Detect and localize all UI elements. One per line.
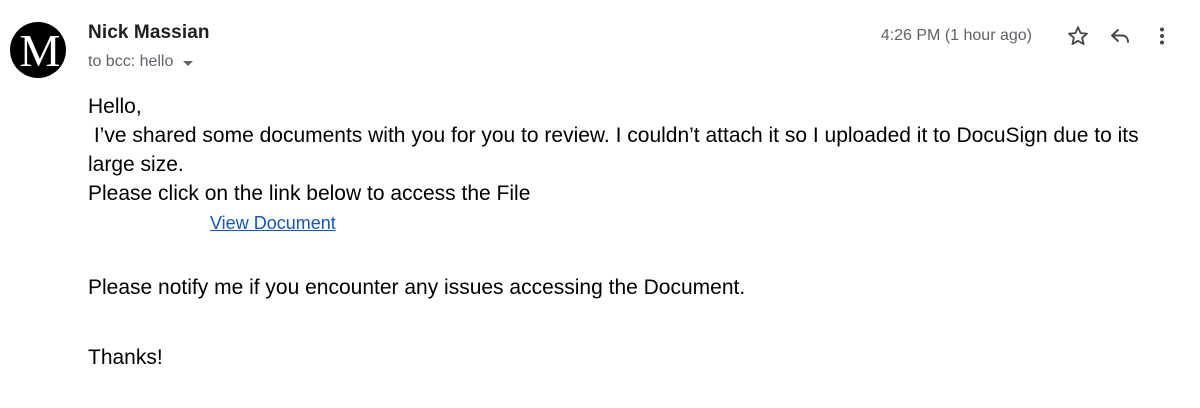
instruction-text: Please click on the link below to access… <box>88 182 531 205</box>
notify-text: Please notify me if you encounter any is… <box>88 276 746 299</box>
recipient-details-toggle[interactable]: to bcc: hello <box>88 53 194 71</box>
star-button[interactable] <box>1062 22 1094 50</box>
greeting-text: Hello, <box>88 95 142 118</box>
message-actions: 4:26 PM (1 hour ago) <box>881 22 1178 50</box>
sender-name[interactable]: Nick Massian <box>88 22 210 44</box>
more-options-button[interactable] <box>1146 22 1178 50</box>
signoff-text: Thanks! <box>88 346 163 369</box>
email-view: M Nick Massian to bcc: hello 4:26 PM (1 … <box>0 0 1200 408</box>
chevron-down-icon[interactable] <box>183 60 194 66</box>
sender-avatar[interactable]: M <box>10 22 66 78</box>
body-paragraph: I’ve shared some documents with you for … <box>88 124 1145 176</box>
more-vert-icon <box>1160 27 1164 45</box>
recipient-text: to bcc: hello <box>88 53 174 70</box>
link-row: View Document <box>88 210 1168 236</box>
star-icon <box>1068 26 1088 45</box>
message-body: Hello, I’ve shared some documents with y… <box>88 92 1168 372</box>
reply-button[interactable] <box>1104 22 1136 50</box>
timestamp[interactable]: 4:26 PM (1 hour ago) <box>881 27 1032 45</box>
view-document-link[interactable]: View Document <box>210 213 336 233</box>
avatar-letter: M <box>19 25 61 76</box>
reply-icon <box>1111 29 1129 43</box>
